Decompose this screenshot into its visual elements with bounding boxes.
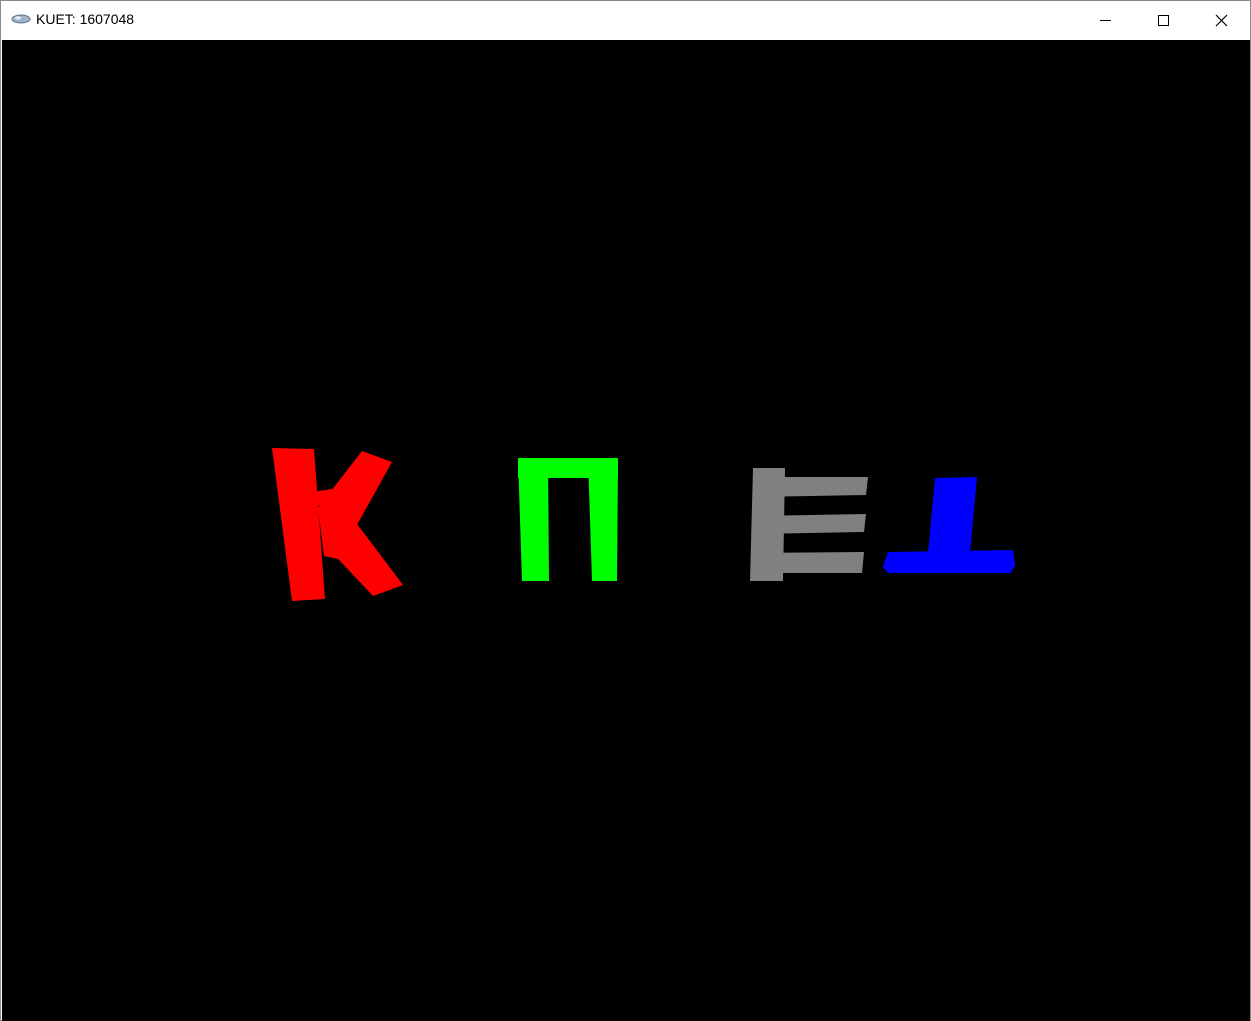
title-bar[interactable]: KUET: 1607048 <box>1 1 1250 39</box>
letter-k <box>272 448 403 601</box>
app-window: KUET: 1607048 <box>0 0 1251 1021</box>
close-button[interactable] <box>1192 1 1250 39</box>
letter-u <box>518 458 618 581</box>
opengl-app-icon <box>11 12 31 26</box>
minimize-button[interactable] <box>1076 1 1134 39</box>
maximize-button[interactable] <box>1134 1 1192 39</box>
opengl-canvas[interactable] <box>2 40 1250 1021</box>
letter-t <box>883 477 1015 573</box>
window-title: KUET: 1607048 <box>36 11 135 27</box>
letter-e <box>750 468 868 581</box>
scene-svg <box>272 448 1015 601</box>
